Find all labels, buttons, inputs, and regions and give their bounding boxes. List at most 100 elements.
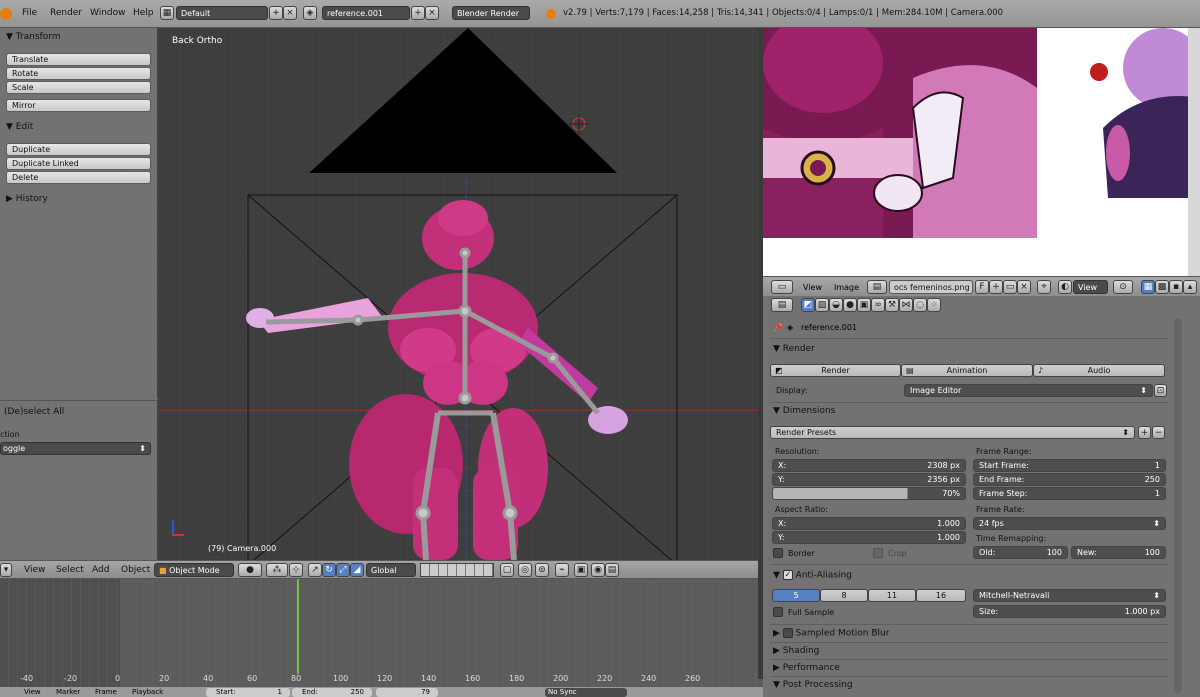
action-select[interactable]: oggle ⬍ [0, 442, 151, 455]
anti-aliasing-panel-header[interactable]: ▼ ✓ Anti-Aliasing [773, 570, 852, 581]
layout-grid-icon[interactable]: ▦ [160, 6, 174, 20]
frame-step-field[interactable]: Frame Step: 1 [973, 487, 1166, 500]
end-frame-field[interactable]: End Frame: 250 [973, 473, 1166, 486]
lock-layers-icon[interactable]: ▢ [500, 563, 514, 577]
data-tab-icon[interactable]: ⋈ [899, 298, 913, 312]
render-panel-header[interactable]: ▼ Render [773, 344, 815, 354]
object-tab-icon[interactable]: ▣ [857, 298, 871, 312]
history-panel-header[interactable]: ▶ History [6, 194, 48, 204]
fake-user-toggle[interactable]: F [975, 280, 989, 294]
scale-button[interactable]: Scale [6, 81, 151, 94]
aa-filter-select[interactable]: Mitchell-Netravali ⬍ [973, 589, 1166, 602]
modifiers-tab-icon[interactable]: ⚒ [885, 298, 899, 312]
scene-tab-icon[interactable]: ◒ [829, 298, 843, 312]
mode-select[interactable]: ■ Object Mode [154, 563, 234, 577]
rotate-manipulator-icon[interactable]: ↻ [322, 563, 336, 577]
start-frame-field[interactable]: Start Frame: 1 [973, 459, 1166, 472]
add-preset-icon[interactable]: + [1138, 426, 1151, 439]
layers-grid[interactable] [420, 563, 494, 577]
particles-tab-icon[interactable]: ⁘ [927, 298, 941, 312]
menu-add[interactable]: Add [92, 565, 109, 575]
render-preview-icon[interactable]: ◉ [591, 563, 605, 577]
duplicate-button[interactable]: Duplicate [6, 143, 151, 156]
pin-icon[interactable]: 📌 [773, 323, 783, 332]
unlink-image-icon[interactable]: × [1017, 280, 1031, 294]
image-browse-icon[interactable]: ▤ [867, 280, 887, 294]
remove-layout-icon[interactable]: × [283, 6, 297, 20]
proportional-edit-icon[interactable]: ◎ [518, 563, 532, 577]
menu-object[interactable]: Object [121, 565, 150, 575]
translate-button[interactable]: Translate [6, 53, 151, 66]
timeline-menu-marker[interactable]: Marker [56, 688, 80, 696]
aa-samples-16[interactable]: 16 [916, 589, 966, 602]
post-processing-panel-header[interactable]: ▼ Post Processing [773, 680, 853, 690]
aa-samples-11[interactable]: 11 [868, 589, 916, 602]
aspect-x-field[interactable]: X: 1.000 [772, 517, 966, 530]
add-scene-icon[interactable]: + [411, 6, 425, 20]
open-image-icon[interactable]: ▭ [1003, 280, 1017, 294]
scene-icon[interactable]: ◈ [303, 6, 317, 20]
resolution-percent-slider[interactable]: 70% [772, 487, 966, 500]
pin-image-icon[interactable]: ⌖ [1037, 280, 1051, 294]
current-frame-cursor[interactable] [297, 579, 299, 674]
physics-tab-icon[interactable]: ◌ [913, 298, 927, 312]
image-editor-type-icon[interactable]: ▭ [771, 280, 793, 294]
audio-button[interactable]: ♪ Audio [1033, 364, 1165, 377]
aa-size-field[interactable]: Size: 1.000 px [973, 605, 1166, 618]
menu-help[interactable]: Help [133, 8, 154, 18]
display-select[interactable]: Image Editor ⬍ [904, 384, 1153, 397]
image-menu-view[interactable]: View [803, 283, 822, 292]
animation-button[interactable]: ▤ Animation [901, 364, 1033, 377]
blender-logo-icon[interactable] [0, 8, 12, 20]
scopes-icon[interactable]: ▴ [1183, 280, 1197, 294]
properties-editor-type-icon[interactable]: ▤ [771, 298, 793, 312]
menu-select[interactable]: Select [56, 565, 84, 575]
opengl-render-icon[interactable]: ▤ [605, 563, 619, 577]
aa-samples-8[interactable]: 8 [820, 589, 868, 602]
mode-icon[interactable]: ◐ [1058, 280, 1072, 294]
translate-manipulator-icon[interactable]: ↗ [308, 563, 322, 577]
properties-scrollbar[interactable] [1174, 318, 1182, 693]
constraints-tab-icon[interactable]: ∞ [871, 298, 885, 312]
scene-select[interactable]: reference.001 [322, 6, 410, 20]
render-engine-select[interactable]: Blender Render [452, 6, 530, 20]
add-layout-icon[interactable]: + [269, 6, 283, 20]
dimensions-panel-header[interactable]: ▼ Dimensions [773, 406, 835, 416]
render-layers-tab-icon[interactable]: ▨ [815, 298, 829, 312]
render-button[interactable]: ◩ Render [770, 364, 901, 377]
menu-render[interactable]: Render [50, 8, 82, 18]
resolution-x-field[interactable]: X: 2308 px [772, 459, 966, 472]
motion-blur-checkbox[interactable] [782, 628, 793, 638]
duplicate-linked-button[interactable]: Duplicate Linked [6, 157, 151, 170]
scale-manipulator-icon[interactable]: ⤢ [336, 563, 350, 577]
resolution-y-field[interactable]: Y: 2356 px [772, 473, 966, 486]
view-mode-select[interactable]: View [1073, 280, 1108, 294]
anti-aliasing-checkbox[interactable]: ✓ [782, 570, 793, 580]
aspect-y-field[interactable]: Y: 1.000 [772, 531, 966, 544]
timeline-menu-playback[interactable]: Playback [132, 688, 163, 696]
editor-type-icon[interactable]: ▾ [0, 563, 12, 577]
start-frame-field[interactable]: Start: 1 [206, 688, 290, 697]
image-name-field[interactable]: ocs femeninos.png [889, 280, 973, 294]
sync-select[interactable]: No Sync [545, 688, 627, 697]
image-menu-image[interactable]: Image [834, 283, 859, 292]
timeline-menu-view[interactable]: View [24, 688, 41, 696]
z-buffer-icon[interactable]: ▪ [1169, 280, 1183, 294]
old-remap-field[interactable]: Old: 100 [973, 546, 1068, 559]
timeline-menu-frame[interactable]: Frame [95, 688, 117, 696]
draw-channels-icon[interactable]: ▦ [1141, 280, 1155, 294]
layout-select[interactable]: Default [176, 6, 268, 20]
delete-button[interactable]: Delete [6, 171, 151, 184]
edit-panel-header[interactable]: ▼ Edit [6, 122, 33, 132]
border-checkbox[interactable] [773, 548, 783, 558]
menu-view[interactable]: View [24, 565, 45, 575]
render-presets-select[interactable]: Render Presets ⬍ [770, 426, 1135, 439]
full-sample-checkbox[interactable] [773, 607, 783, 617]
performance-panel-header[interactable]: ▶ Performance [773, 663, 840, 673]
new-image-icon[interactable]: + [989, 280, 1003, 294]
orientation-select[interactable]: Global [366, 563, 416, 577]
manipulator-icon[interactable]: ⊹ [289, 563, 303, 577]
remove-scene-icon[interactable]: × [425, 6, 439, 20]
mirror-button[interactable]: Mirror [6, 99, 151, 112]
pivot-point-icon[interactable]: ⁂ [266, 563, 288, 577]
